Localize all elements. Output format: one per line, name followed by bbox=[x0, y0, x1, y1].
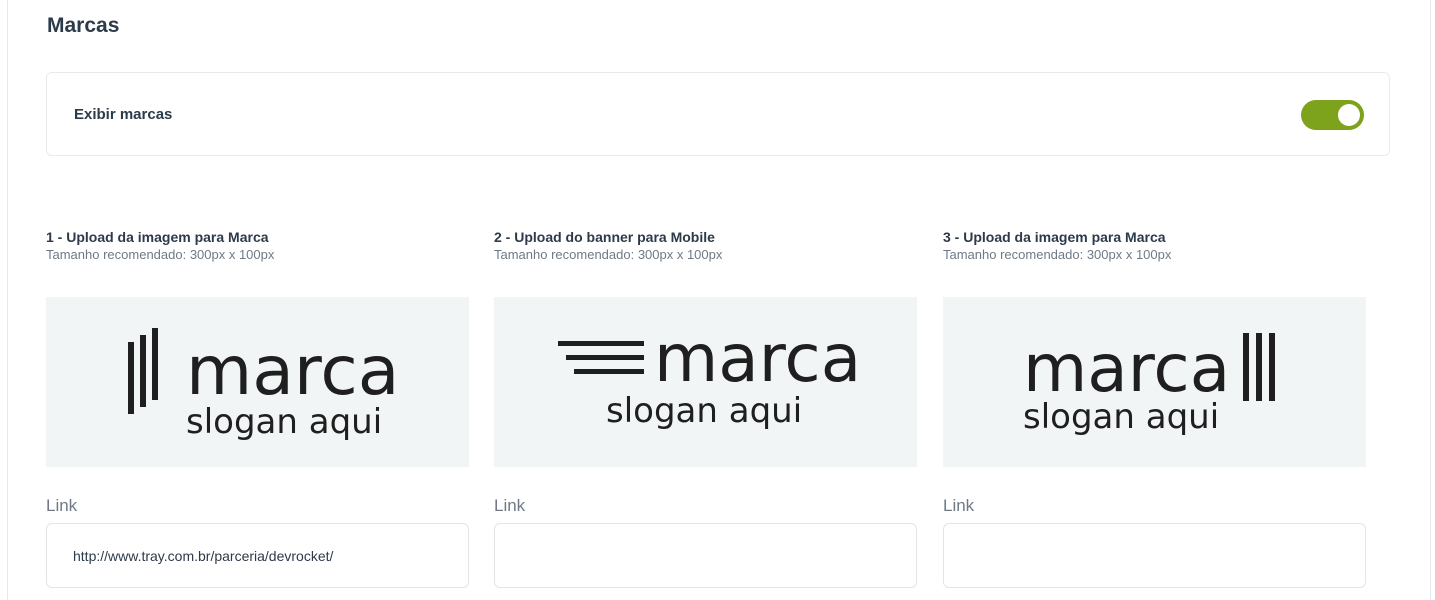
section-title: Marcas bbox=[47, 14, 120, 37]
upload-title: 3 - Upload da imagem para Marca bbox=[943, 229, 1166, 245]
logo-slogan-text: slogan aqui bbox=[1023, 397, 1219, 437]
page-border-left bbox=[7, 0, 8, 600]
upload-size-hint: Tamanho recomendado: 300px x 100px bbox=[494, 247, 723, 262]
upload-column-1: 1 - Upload da imagem para Marca Tamanho … bbox=[46, 228, 469, 588]
brand-image-upload-1[interactable]: marca slogan aqui bbox=[46, 297, 469, 467]
link-input-1[interactable] bbox=[46, 523, 469, 588]
upload-size-hint: Tamanho recomendado: 300px x 100px bbox=[46, 247, 275, 262]
logo-slogan-text: slogan aqui bbox=[606, 391, 802, 431]
upload-column-2: 2 - Upload do banner para Mobile Tamanho… bbox=[494, 228, 917, 588]
logo-slogan-text: slogan aqui bbox=[186, 402, 382, 442]
logo-brand-text: marca bbox=[654, 320, 861, 397]
show-brands-toggle[interactable] bbox=[1301, 100, 1364, 130]
brand-logo-preview: marca slogan aqui bbox=[128, 328, 399, 442]
show-brands-label: Exibir marcas bbox=[74, 106, 173, 123]
page-border-right bbox=[1430, 0, 1431, 600]
vertical-bars-icon bbox=[1243, 333, 1275, 401]
show-brands-card: Exibir marcas bbox=[46, 72, 1390, 156]
link-input-2[interactable] bbox=[494, 523, 917, 588]
link-label: Link bbox=[943, 496, 975, 515]
vertical-bars-icon bbox=[128, 328, 158, 414]
logo-brand-text: marca bbox=[186, 332, 399, 411]
link-label: Link bbox=[494, 496, 526, 515]
upload-size-hint: Tamanho recomendado: 300px x 100px bbox=[943, 247, 1172, 262]
brand-logo-preview: marca slogan aqui bbox=[1023, 330, 1275, 437]
upload-title: 2 - Upload do banner para Mobile bbox=[494, 229, 715, 245]
toggle-knob bbox=[1338, 104, 1360, 126]
mobile-banner-upload[interactable]: marca slogan aqui bbox=[494, 297, 917, 467]
upload-title: 1 - Upload da imagem para Marca bbox=[46, 229, 269, 245]
link-input-3[interactable] bbox=[943, 523, 1366, 588]
upload-column-3: 3 - Upload da imagem para Marca Tamanho … bbox=[943, 228, 1366, 588]
horizontal-lines-icon bbox=[558, 341, 644, 374]
logo-brand-text: marca bbox=[1023, 330, 1230, 407]
brand-image-upload-3[interactable]: marca slogan aqui bbox=[943, 297, 1366, 467]
link-label: Link bbox=[46, 496, 78, 515]
brand-logo-preview: marca slogan aqui bbox=[558, 320, 861, 431]
